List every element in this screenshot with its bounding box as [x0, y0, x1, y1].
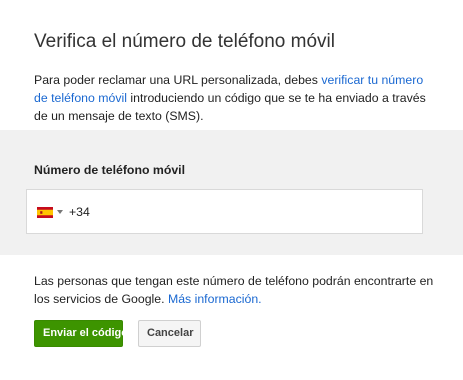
verify-phone-title: Verifica el número de teléfono móvil — [34, 31, 335, 52]
country-selector[interactable] — [37, 204, 65, 220]
country-code: +34 — [69, 205, 90, 219]
cancel-button[interactable]: Cancelar — [138, 320, 201, 347]
chevron-down-icon — [57, 210, 63, 214]
send-code-button[interactable]: Enviar el código — [34, 320, 128, 347]
phone-label: Número de teléfono móvil — [34, 163, 185, 177]
intro-text: Para poder reclamar una URL personalizad… — [34, 71, 434, 125]
privacy-note: Las personas que tengan este número de t… — [34, 272, 434, 308]
spain-flag-icon — [37, 206, 53, 218]
more-info-link[interactable]: Más información. — [168, 292, 262, 306]
phone-number-input[interactable] — [93, 200, 413, 224]
intro-text-start: Para poder reclamar una URL personalizad… — [34, 73, 322, 87]
phone-field: +34 — [26, 189, 423, 234]
